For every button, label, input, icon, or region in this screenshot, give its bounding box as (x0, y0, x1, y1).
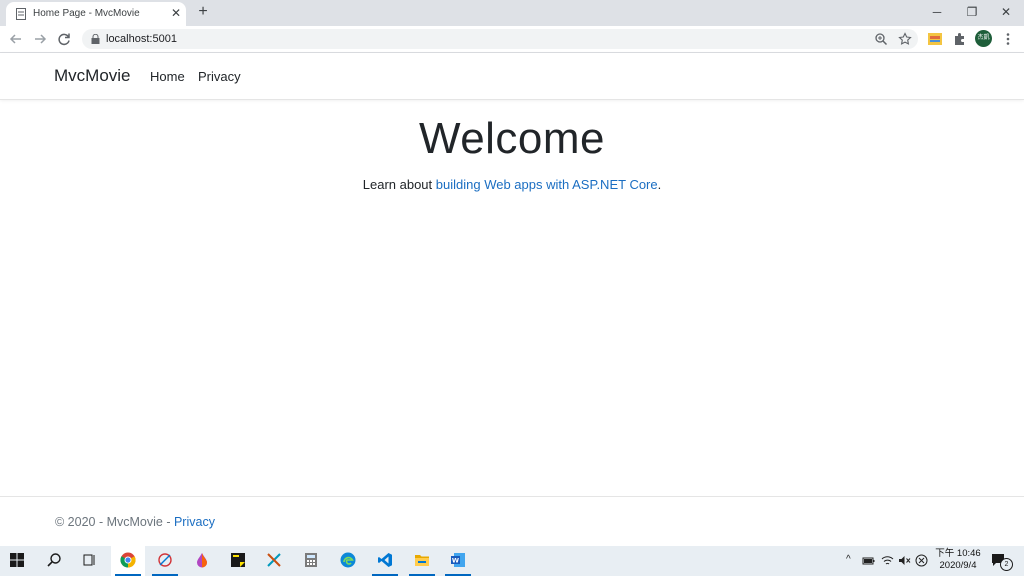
tools-icon (267, 553, 281, 567)
close-window-icon[interactable]: ✕ (996, 3, 1016, 21)
wifi-icon[interactable] (881, 554, 894, 567)
volume-muted-icon[interactable] (898, 554, 911, 567)
task-view-icon (83, 554, 95, 566)
chrome-icon (120, 552, 136, 568)
learn-prefix: Learn about (362, 177, 436, 192)
footer-text: © 2020 - MvcMovie - Privacy (55, 515, 215, 529)
task-view-button[interactable] (72, 546, 106, 576)
new-tab-icon[interactable]: + (195, 4, 211, 20)
taskbar-word[interactable]: W (441, 546, 475, 576)
address-bar[interactable]: localhost:5001 (82, 29, 918, 49)
bookmark-star-icon[interactable] (898, 32, 912, 46)
lock-icon[interactable] (91, 34, 100, 44)
brand-link[interactable]: MvcMovie (54, 66, 131, 86)
notification-count: 2 (1000, 558, 1013, 571)
forward-icon[interactable] (32, 31, 48, 47)
aspnet-docs-link[interactable]: building Web apps with ASP.NET Core (436, 177, 658, 192)
nav-privacy-link[interactable]: Privacy (198, 69, 241, 84)
zoom-icon[interactable] (874, 32, 888, 46)
site-footer: © 2020 - MvcMovie - Privacy (0, 496, 1024, 547)
taskbar-paint3d[interactable] (185, 546, 219, 576)
search-button[interactable] (37, 546, 71, 576)
taskbar-edge[interactable] (331, 546, 365, 576)
taskbar-chrome[interactable] (111, 546, 145, 576)
windows-logo-icon (10, 553, 24, 567)
learn-paragraph: Learn about building Web apps with ASP.N… (0, 177, 1024, 192)
vscode-icon (378, 553, 392, 567)
page-title: Welcome (418, 114, 606, 163)
word-icon: W (451, 553, 465, 567)
taskbar-sticky-notes[interactable] (221, 546, 255, 576)
nav-home-link[interactable]: Home (150, 69, 185, 84)
tray-chevron-up-icon[interactable]: ^ (846, 554, 851, 565)
extension-app-icon[interactable] (927, 31, 943, 47)
paint-drop-icon (197, 553, 207, 568)
battery-icon[interactable] (862, 555, 875, 567)
restore-icon[interactable]: ❐ (962, 3, 982, 21)
taskbar-tools[interactable] (257, 546, 291, 576)
start-button[interactable] (0, 546, 34, 576)
minimize-icon[interactable]: ─ (927, 3, 947, 21)
page-favicon-icon (16, 8, 26, 20)
extensions-puzzle-icon[interactable] (952, 31, 968, 47)
copyright-text: © 2020 - MvcMovie - (55, 515, 174, 529)
clock-date: 2020/9/4 (939, 560, 977, 571)
taskbar-clock[interactable]: 下午 10:46 2020/9/4 (930, 548, 986, 572)
windows-taskbar: W ^ 下午 10:46 2020/9/4 2 (0, 546, 1024, 576)
close-tab-icon[interactable]: ✕ (169, 6, 183, 20)
taskbar-vscode[interactable] (368, 546, 402, 576)
search-icon (47, 553, 61, 567)
svg-text:W: W (452, 557, 459, 565)
edge-icon (340, 552, 356, 568)
url-text: localhost:5001 (106, 33, 177, 45)
site-navbar: MvcMovie Home Privacy (0, 53, 1024, 100)
folder-icon (415, 555, 429, 566)
profile-avatar[interactable]: 杰凱 (975, 30, 992, 47)
calculator-icon (305, 553, 317, 567)
browser-tab[interactable]: Home Page - MvcMovie ✕ (6, 2, 186, 26)
sticky-notes-icon (231, 553, 245, 567)
taskbar-calculator[interactable] (294, 546, 328, 576)
taskbar-file-explorer[interactable] (405, 546, 439, 576)
tab-strip: Home Page - MvcMovie ✕ + ─ ❐ ✕ (0, 0, 1024, 26)
learn-suffix: . (657, 177, 662, 192)
browser-toolbar: localhost:5001 (0, 26, 1024, 53)
taskbar-snipping-tool[interactable] (148, 546, 182, 576)
footer-privacy-link[interactable]: Privacy (174, 515, 215, 529)
more-menu-icon[interactable] (1000, 31, 1016, 47)
snipping-tool-icon (158, 553, 172, 567)
notification-center-button[interactable]: 2 (991, 553, 1013, 571)
input-method-icon[interactable] (915, 554, 928, 567)
tab-title: Home Page - MvcMovie (33, 8, 140, 19)
reload-icon[interactable] (56, 31, 72, 47)
clock-time: 下午 10:46 (935, 548, 981, 559)
back-icon[interactable] (8, 31, 24, 47)
